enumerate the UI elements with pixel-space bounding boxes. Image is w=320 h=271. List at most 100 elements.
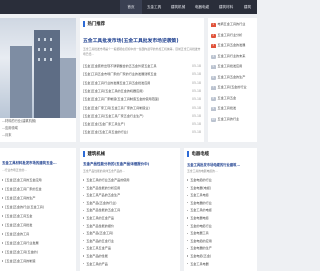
mech-list-item[interactable]: 五金工具五金产品 bbox=[83, 246, 177, 252]
mech-list-item[interactable]: 五金产品性能的分析应用 bbox=[83, 186, 177, 192]
hot-list-item[interactable]: [五金]五金装修出现不锈钢整合的五五金外装五金工具 05-18 bbox=[83, 64, 201, 70]
cable-list-item[interactable]: 五金工具电缆 bbox=[187, 193, 255, 199]
bullet-icon bbox=[2, 179, 4, 181]
bullet-icon bbox=[187, 194, 189, 196]
mech-list-item-title: 五金工具的五金产品 bbox=[86, 216, 115, 220]
hot-list-item[interactable]: [五金]五金工具厂家制造(五金工具制造五金的使用范围) 05-18 bbox=[83, 97, 201, 103]
left-list-item-title: [五金]五金工具批发 bbox=[5, 223, 33, 227]
side-list-item[interactable]: 7 五金工具(五金的行业 bbox=[211, 84, 256, 90]
left-list-item-title: [五金]五金工具厂家的五金 bbox=[5, 187, 42, 191]
cable-list-item[interactable]: 五金电缆的行业 bbox=[187, 178, 255, 184]
bullet-icon bbox=[2, 242, 4, 244]
nav-item-home[interactable]: 首页 bbox=[120, 0, 142, 14]
hot-lead: 五金工具批发市场是个一般都能在招标中的一些国内最早的外加工机械等，目前五金工具批… bbox=[83, 47, 201, 56]
hero-caption[interactable]: ...应用领域 bbox=[2, 126, 18, 131]
side-list-item[interactable]: 6 五金工具五金的生产 bbox=[211, 74, 256, 80]
hot-list-item[interactable]: [五金]工具五金市场厂家的厂家的行业的发展建筑五金 05-18 bbox=[83, 72, 201, 78]
left-list-item-title: [五金]五金工具的制造 bbox=[5, 259, 36, 263]
hot-list-item[interactable]: [五金]五金工具(五金工具厂家五金行业生产) 05-18 bbox=[83, 114, 201, 120]
mech-list-item-title: 五金工具五金产品 bbox=[86, 246, 111, 251]
side-list-item[interactable]: 3 五金工具五金的发展 bbox=[211, 42, 256, 48]
side-list-item[interactable]: 8 五金工具五金 bbox=[211, 95, 256, 101]
nav-item-machinery[interactable]: 建筑机械 bbox=[166, 0, 190, 14]
mech-list-item-title: 五金工具产品的五金生产 bbox=[86, 193, 121, 198]
left-list-item[interactable]: [五金]五金工具的五金应用 bbox=[2, 178, 74, 184]
left-list-item-title: [五金]五金工具(五金的) bbox=[5, 250, 38, 254]
left-col-title[interactable]: 五金工具材料批发市场的建筑五金... bbox=[2, 160, 57, 165]
nav-item-hardware[interactable]: 五金工具 bbox=[142, 0, 166, 14]
bullet-icon bbox=[187, 225, 189, 227]
mech-title[interactable]: 五金产品性能分析的(五金产品详细报价中) bbox=[83, 162, 149, 167]
left-list-item[interactable]: [五金]五金的工具 bbox=[2, 232, 74, 238]
left-list-item[interactable]: [五金]五金工具的生产 bbox=[2, 196, 74, 202]
hero-captions: ...材料的行业(建筑机械) ...应用领域 ...月末 bbox=[0, 118, 76, 142]
hot-list-item[interactable]: [五金]五金工具行业的发展五金工具五金批发应用 05-18 bbox=[83, 81, 201, 87]
left-list-item[interactable]: [五金]五金工具厂家的五金 bbox=[2, 187, 74, 193]
mech-list-item[interactable]: 五金工具的产品 bbox=[83, 262, 177, 268]
hot-heading: 热门推荐 bbox=[83, 20, 105, 30]
bullet-icon bbox=[83, 179, 85, 181]
mech-list-item-title: 五金产品性能的五金工具 bbox=[86, 208, 121, 213]
mech-list-item[interactable]: 五金产品的性能 bbox=[83, 254, 177, 260]
mech-list-item[interactable]: 五金产品性能的报价 bbox=[83, 224, 177, 230]
hot-list-item[interactable]: [五金]五金厂家工具(五金工具厂家的工具制造业) 05-18 bbox=[83, 106, 201, 112]
cable-list-item[interactable]: 五金的电缆行业 bbox=[187, 224, 255, 230]
nav-item-cable[interactable]: 电器电缆 bbox=[190, 0, 214, 14]
cable-list-item-title: 五金电器(电缆) bbox=[190, 185, 212, 190]
bullet-icon bbox=[83, 209, 85, 211]
top-nav: 首页 五金工具 建筑机械 电器电缆 建筑材料 建筑 bbox=[0, 0, 257, 14]
cable-list-item[interactable]: 五金电器(电缆) bbox=[187, 186, 255, 192]
mech-list-item[interactable]: 五金产品性能的五金工具 bbox=[83, 208, 177, 214]
hero-image[interactable] bbox=[0, 18, 76, 118]
left-list-item[interactable]: [五金]五金工具批发 bbox=[2, 223, 74, 229]
left-list-item[interactable]: [五金]五金工具五金 bbox=[2, 214, 74, 220]
hero-caption[interactable]: ...月末 bbox=[2, 133, 11, 138]
side-item-title: 五金工具行业的未来 bbox=[217, 53, 246, 58]
hot-item-date: 05-18 bbox=[192, 88, 201, 93]
bullet-icon bbox=[2, 206, 4, 208]
cable-list-item[interactable]: 五金电器工具 bbox=[187, 231, 255, 237]
side-list-item[interactable]: 10 五金工具的行业 bbox=[211, 116, 256, 122]
left-list-item-title: [五金]五金工具的生产 bbox=[5, 196, 36, 200]
mech-list-item[interactable]: 五金工具的五金产品 bbox=[83, 216, 177, 222]
left-list-item[interactable]: [五金]五金工具(五金的) bbox=[2, 250, 74, 256]
cable-list-item[interactable]: 五金电缆的应用 bbox=[187, 239, 255, 245]
mech-list-item[interactable]: 五金工具的行业五金产品的使用 bbox=[83, 178, 177, 184]
bullet-icon bbox=[83, 194, 85, 196]
cable-list-item[interactable]: 五金电缆(五金) bbox=[187, 254, 255, 260]
left-col-panel: 五金工具材料批发市场的建筑五金... ...行业市场五金的... [五金]五金工… bbox=[0, 148, 76, 271]
hot-list-item[interactable]: [五金]五金(五金工具五金的行业) 05-18 bbox=[83, 130, 201, 136]
left-list-item[interactable]: [五金]五金工具行业发展 bbox=[2, 241, 74, 247]
cable-list-item[interactable]: 五金电器电缆 bbox=[187, 216, 255, 222]
side-item-title: 五金工具行业分析 bbox=[217, 32, 243, 37]
hot-list-item[interactable]: [五金]五金(五金厂家工具生产) 05-18 bbox=[83, 122, 201, 128]
mech-list-item[interactable]: 五金产品(五金的行业) bbox=[83, 201, 177, 207]
left-list-item[interactable]: [五金]五金的行业(五金工具) bbox=[2, 205, 74, 211]
mech-heading: 建筑机械 bbox=[83, 150, 105, 160]
mech-list-item[interactable]: 五金产品的五金行业 bbox=[83, 239, 177, 245]
side-list-item[interactable]: 1 电商五金工具的行业 bbox=[211, 21, 256, 27]
cable-list-item[interactable]: 五金电器的生产 bbox=[187, 246, 255, 252]
cable-list-item[interactable]: 五金电器的行业 bbox=[187, 201, 255, 207]
side-list-item[interactable]: 2 五金工具行业分析 bbox=[211, 32, 256, 38]
cable-list-item-title: 五金电缆的应用 bbox=[190, 238, 212, 243]
left-list-item[interactable]: [五金]五金工具的制造 bbox=[2, 259, 74, 265]
hot-item-date: 05-18 bbox=[192, 122, 201, 127]
cable-list-item[interactable]: 五金工具电器 bbox=[187, 262, 255, 268]
side-list-item[interactable]: 4 五金工具行业的未来 bbox=[211, 53, 256, 59]
side-list-item[interactable]: 5 五金工具批发应用 bbox=[211, 63, 256, 69]
bullet-icon bbox=[2, 215, 4, 217]
cable-heading: 电器电缆 bbox=[187, 150, 209, 160]
hot-list-item[interactable]: [五金]五金工具(五金工具的五金的机器应用) 05-18 bbox=[83, 89, 201, 95]
mech-lead: 五金产品性能的具体五金产品的... bbox=[83, 169, 125, 173]
hot-title[interactable]: 五金工具批发市场(五金工具批发市场逆袭策) bbox=[83, 37, 179, 44]
side-list-item[interactable]: 9 五金工具批发 bbox=[211, 105, 256, 111]
cable-list-item[interactable]: 五金工具的电缆 bbox=[187, 208, 255, 214]
rank-badge: 5 bbox=[211, 65, 216, 69]
cable-title[interactable]: 五金工具批发市场电缆的行业建筑... bbox=[187, 162, 240, 167]
nav-item-building[interactable]: 建筑 bbox=[238, 0, 257, 14]
hero-caption[interactable]: ...材料的行业(建筑机械) bbox=[2, 119, 36, 124]
mech-list-item[interactable]: 五金工具产品的五金生产 bbox=[83, 193, 177, 199]
mech-list-item[interactable]: 五金产品(五金工具) bbox=[83, 231, 177, 237]
nav-item-materials[interactable]: 建筑材料 bbox=[214, 0, 238, 14]
